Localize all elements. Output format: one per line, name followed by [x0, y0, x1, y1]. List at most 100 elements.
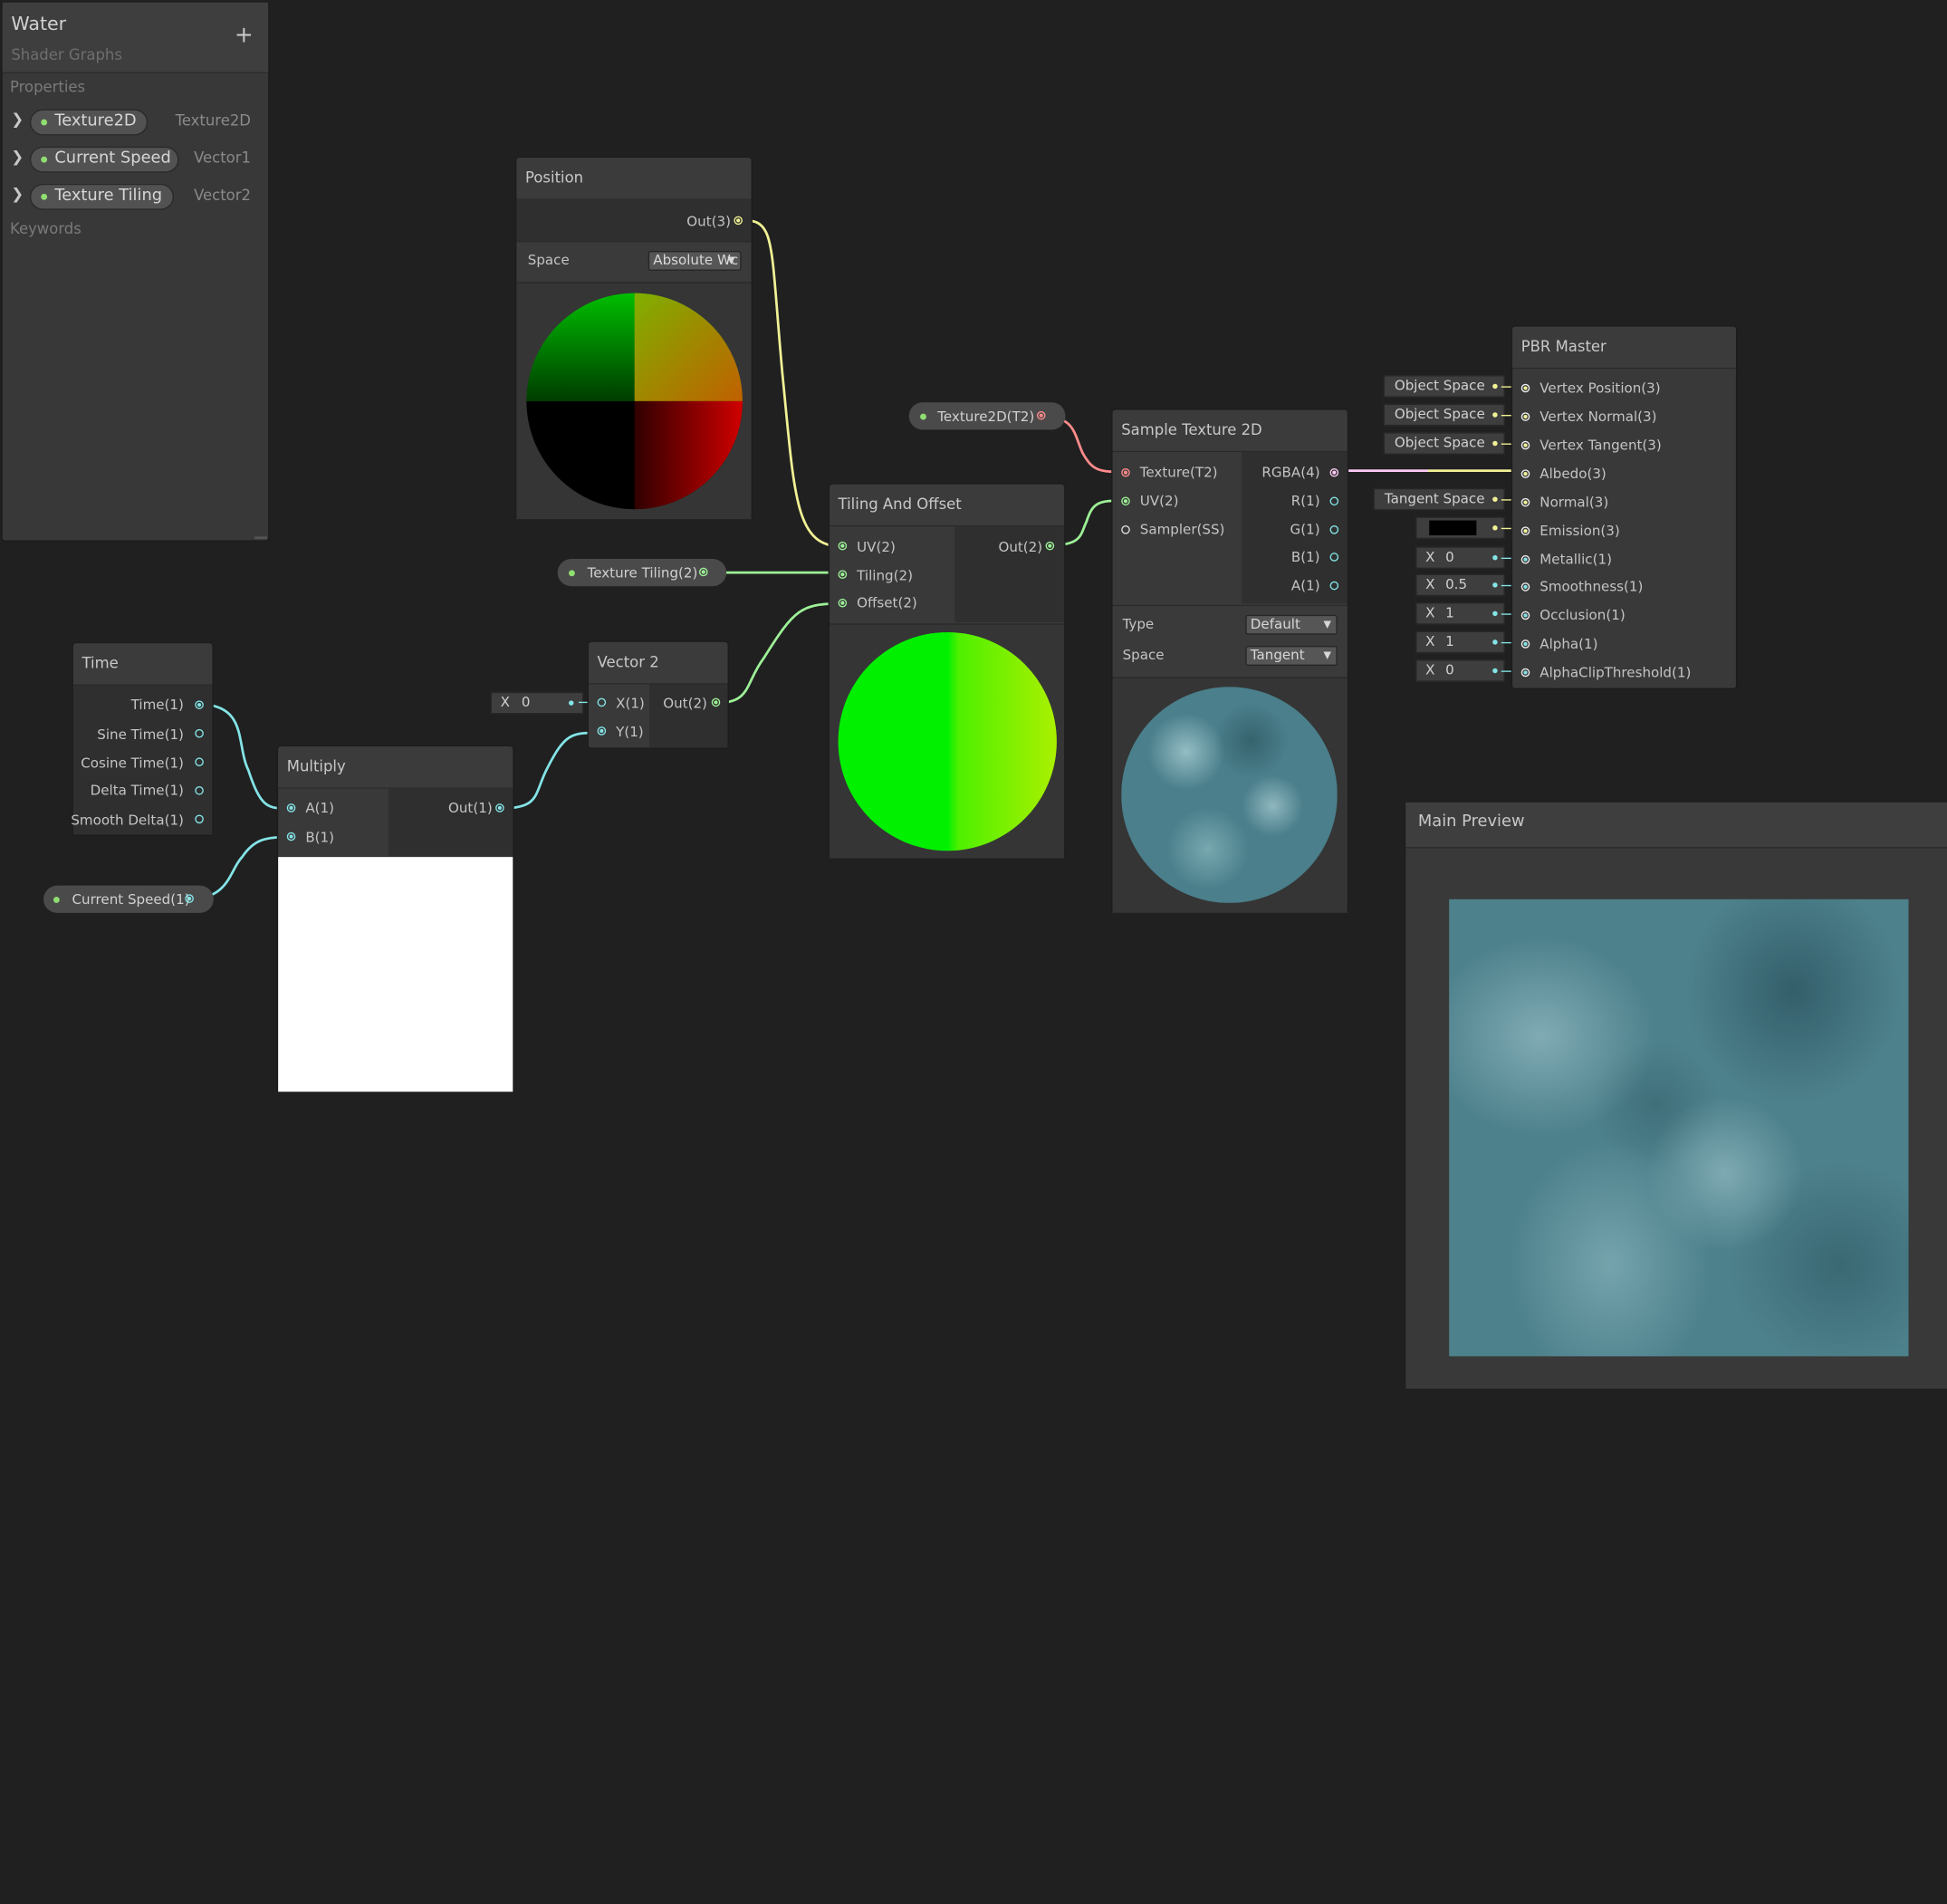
port-in-icon[interactable]	[1520, 526, 1530, 535]
port-in-icon[interactable]	[1121, 525, 1130, 534]
emission-color-field[interactable]	[1415, 516, 1505, 540]
type-dropdown[interactable]: Default ▼	[1245, 614, 1338, 635]
port-in-icon[interactable]	[1121, 496, 1130, 506]
port-in-icon[interactable]	[1520, 440, 1530, 450]
type-label: Type	[1122, 616, 1155, 632]
field-value[interactable]: 0	[1445, 548, 1454, 568]
port-in-icon[interactable]	[1520, 611, 1530, 620]
port-out-icon[interactable]	[711, 697, 721, 707]
wire-vector2-to-offset[interactable]	[716, 602, 842, 705]
port-in-icon[interactable]	[286, 803, 296, 813]
port-out-icon[interactable]	[1045, 541, 1055, 551]
tiling-and-offset-node[interactable]: Tiling And Offset UV(2) Tiling(2) Offset…	[828, 483, 1066, 859]
wire-position-to-uv[interactable]	[740, 218, 842, 548]
port-out-icon[interactable]	[698, 567, 708, 577]
shader-graph-canvas[interactable]: Water Shader Graphs + Properties ❯ Textu…	[0, 0, 1947, 1904]
property-pill[interactable]: Current Speed	[29, 146, 179, 173]
port-label: Metallic(1)	[1539, 551, 1612, 568]
field-value[interactable]: 0	[1445, 660, 1454, 680]
port-in-icon[interactable]	[286, 832, 296, 841]
inline-dot-icon	[569, 700, 574, 706]
port-out-icon[interactable]	[195, 700, 204, 709]
port-out-icon[interactable]	[1329, 553, 1339, 562]
port-out-icon[interactable]	[1329, 525, 1339, 534]
port-out-icon[interactable]	[195, 814, 204, 824]
vertex-position-space-field[interactable]: Object Space	[1383, 375, 1505, 398]
port-in-icon[interactable]	[838, 598, 848, 608]
port-in-icon[interactable]	[838, 541, 848, 551]
property-pill[interactable]: Texture2D	[29, 109, 149, 136]
port-in-icon[interactable]	[1520, 639, 1530, 649]
port-label: A(1)	[305, 800, 335, 816]
inline-dot-icon	[1492, 611, 1498, 617]
pbr-master-node[interactable]: PBR Master Vertex Position(3) Vertex Nor…	[1511, 325, 1738, 690]
space-dropdown[interactable]: Absolute Wc ▼	[647, 250, 742, 271]
blackboard-title: Water	[11, 12, 67, 35]
port-out-icon[interactable]	[1329, 496, 1339, 506]
port-in-icon[interactable]	[1520, 469, 1530, 478]
port-out-icon[interactable]	[185, 894, 194, 903]
sample-texture-2d-node[interactable]: Sample Texture 2D Texture(T2) UV(2) Samp…	[1111, 409, 1349, 913]
blackboard-panel[interactable]: Water Shader Graphs + Properties ❯ Textu…	[1, 1, 270, 542]
time-node[interactable]: Time Time(1) Sine Time(1) Cosine Time(1)…	[71, 641, 214, 836]
inline-dot-icon	[1492, 412, 1498, 418]
property-type: Texture2D	[175, 111, 251, 130]
port-in-icon[interactable]	[1520, 582, 1530, 591]
field-value[interactable]: 1	[1445, 603, 1454, 623]
vertex-tangent-space-field[interactable]: Object Space	[1383, 432, 1505, 455]
property-pill[interactable]: Texture Tiling	[29, 183, 174, 210]
wire-multiply-to-y[interactable]	[499, 731, 600, 811]
metallic-field[interactable]: X 0	[1415, 546, 1505, 570]
port-in-icon[interactable]	[1520, 383, 1530, 393]
port-in-icon[interactable]	[1121, 467, 1130, 477]
port-in-icon[interactable]	[597, 726, 607, 736]
main-preview-panel[interactable]: Main Preview	[1404, 801, 1947, 1390]
texture2d-property-node[interactable]: Texture2D(T2)	[908, 402, 1066, 430]
port-in-icon[interactable]	[1520, 668, 1530, 678]
port-out-icon[interactable]	[495, 803, 504, 813]
expand-arrow-icon[interactable]: ❯	[11, 148, 24, 165]
alpha-clip-threshold-field[interactable]: X 0	[1415, 659, 1505, 682]
field-value[interactable]: 0.5	[1445, 575, 1467, 595]
smoothness-field[interactable]: X 0.5	[1415, 573, 1505, 597]
port-in-icon[interactable]	[1520, 497, 1530, 507]
texture-tiling-property-node[interactable]: Texture Tiling(2)	[557, 559, 727, 587]
resize-handle[interactable]	[254, 536, 267, 540]
port-out-icon[interactable]	[734, 216, 743, 226]
property-row[interactable]: ❯ Texture2D Texture2D	[3, 107, 268, 137]
field-value[interactable]: 1	[1445, 632, 1454, 652]
port-out-icon[interactable]	[1036, 410, 1046, 420]
port-in-icon[interactable]	[1520, 554, 1530, 564]
vector2-node[interactable]: Vector 2 X(1) Y(1) Out(2)	[587, 640, 729, 749]
field-value[interactable]: 0	[522, 693, 531, 713]
property-dot-icon	[41, 193, 48, 200]
add-property-button[interactable]: +	[235, 24, 254, 47]
port-out-icon[interactable]	[195, 728, 204, 738]
port-label: RGBA(4)	[1261, 464, 1320, 481]
main-preview-header[interactable]: Main Preview	[1405, 802, 1947, 849]
occlusion-field[interactable]: X 1	[1415, 602, 1505, 625]
port-out-icon[interactable]	[1329, 467, 1339, 477]
multiply-node[interactable]: Multiply A(1) B(1) Out(1)	[276, 745, 514, 1093]
current-speed-property-node[interactable]: Current Speed(1)	[43, 885, 214, 913]
port-in-icon[interactable]	[838, 570, 848, 579]
port-out-icon[interactable]	[1329, 581, 1339, 591]
property-row[interactable]: ❯ Current Speed Vector1	[3, 144, 268, 174]
position-node[interactable]: Position Out(3) Space Absolute Wc ▼	[515, 156, 753, 520]
main-preview-viewport[interactable]	[1449, 899, 1909, 1357]
expand-arrow-icon[interactable]: ❯	[11, 185, 24, 202]
space-dropdown[interactable]: Tangent ▼	[1245, 646, 1338, 666]
alpha-field[interactable]: X 1	[1415, 630, 1505, 654]
port-out-icon[interactable]	[195, 757, 204, 767]
normal-space-field[interactable]: Tangent Space	[1373, 487, 1505, 511]
port-in-icon[interactable]	[597, 697, 607, 707]
expand-arrow-icon[interactable]: ❯	[11, 111, 24, 128]
vertex-normal-space-field[interactable]: Object Space	[1383, 403, 1505, 427]
port-out-icon[interactable]	[195, 785, 204, 795]
vector2-x-default-field[interactable]: X 0	[490, 691, 584, 715]
color-swatch[interactable]	[1429, 520, 1477, 535]
port-in-icon[interactable]	[1520, 412, 1530, 421]
property-name: Texture Tiling	[54, 186, 163, 206]
preview-sphere	[838, 631, 1057, 851]
property-row[interactable]: ❯ Texture Tiling Vector2	[3, 181, 268, 211]
